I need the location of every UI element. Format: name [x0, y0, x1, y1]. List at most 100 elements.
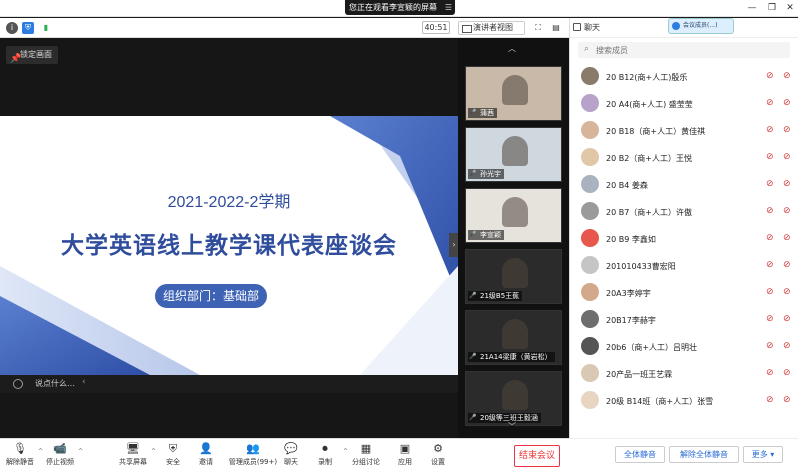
member-row[interactable]: 20A3李婷宇 ⊘ ⊘ [570, 280, 798, 306]
search-input[interactable] [596, 43, 781, 57]
caret-up-icon[interactable]: ^ [78, 448, 83, 455]
mic-muted-icon[interactable]: ⊘ [766, 179, 774, 189]
mic-muted-icon[interactable]: ⊘ [766, 152, 774, 162]
member-name: 201010433曹宏阳 [606, 262, 676, 271]
video-tile[interactable]: 蒲茜 [465, 66, 562, 121]
control-settings[interactable]: ⚙ 设置 [418, 442, 458, 467]
search-icon: ⌕ [584, 44, 590, 54]
participant-video [502, 136, 528, 166]
settings-icon: ⚙ [433, 442, 443, 455]
mute-all-button[interactable]: 全体静音 [615, 446, 665, 463]
invite-icon: 👤 [199, 442, 213, 455]
share-banner: 您正在观看李宣颖的屏幕 ☰ [345, 0, 455, 15]
camera-off-icon[interactable]: ⊘ [783, 71, 791, 81]
end-meeting-button[interactable]: 结束会议 [514, 445, 560, 467]
camera-off-icon[interactable]: ⊘ [783, 341, 791, 351]
unmute-all-button[interactable]: 解除全体静音 [669, 446, 739, 463]
camera-off-icon[interactable]: ⊘ [783, 233, 791, 243]
quick-chat-bar[interactable]: 说点什么… ‹ [0, 375, 458, 393]
video-tile-name: 21级B5王蕉 [468, 291, 523, 301]
chevron-down-icon[interactable]: ﹀ [508, 421, 516, 432]
member-name: 20b6（商+人工）吕明壮 [606, 343, 698, 352]
participant-video [502, 319, 528, 349]
more-button[interactable]: 更多 ▾ [743, 446, 783, 463]
layout-icon[interactable]: ▤ [550, 22, 562, 34]
menu-icon[interactable]: ☰ [445, 0, 452, 15]
camera-off-icon[interactable]: ⊘ [783, 179, 791, 189]
shield-icon: ⛨ [168, 442, 178, 455]
member-row[interactable]: 20产品一班王艺霖 ⊘ ⊘ [570, 361, 798, 387]
fullscreen-icon[interactable]: ⛶ [532, 22, 544, 34]
video-tile[interactable]: 21级B5王蕉 [465, 249, 562, 304]
speaker-view-button[interactable]: 演讲者视图 [458, 21, 525, 35]
participant-video [502, 197, 528, 227]
camera-off-icon[interactable]: ⊘ [783, 125, 791, 135]
chevron-left-icon[interactable]: ‹ [82, 377, 86, 387]
chevron-up-icon[interactable]: ︿ [508, 43, 516, 54]
camera-off-icon[interactable]: ⊘ [783, 98, 791, 108]
lock-view-button[interactable]: 📌 锁定画面 [6, 46, 58, 64]
member-name: 20 B4 姜森 [606, 181, 648, 190]
camera-icon: 📹 [53, 442, 67, 455]
control-record[interactable]: ⏺ 录制 ^ [305, 442, 348, 467]
member-search[interactable]: ⌕ [578, 42, 790, 58]
member-row[interactable]: 20 A4(商+人工) 盛莹莹 ⊘ ⊘ [570, 91, 798, 117]
camera-off-icon[interactable]: ⊘ [783, 152, 791, 162]
member-row[interactable]: 20 B4 姜森 ⊘ ⊘ [570, 172, 798, 198]
video-tile[interactable]: 李宣颖 [465, 188, 562, 243]
camera-off-icon[interactable]: ⊘ [783, 206, 791, 216]
video-tile-name: 孙光宇 [468, 169, 504, 179]
panel-footer: 全体静音 解除全体静音 更多 ▾ [569, 438, 798, 473]
chat-input[interactable]: 说点什么… [35, 378, 75, 389]
breakout-icon: ▦ [360, 442, 372, 455]
control-share-screen[interactable]: 🖥 共享屏幕 ^ [113, 442, 156, 467]
member-row[interactable]: 20 B12(商+人工)殷乐 ⊘ ⊘ [570, 64, 798, 90]
video-tile[interactable]: 21A14梁康（黄岩松） [465, 310, 562, 365]
member-list: 20 B12(商+人工)殷乐 ⊘ ⊘ 20 A4(商+人工) 盛莹莹 ⊘ ⊘ 20 B18（… [570, 64, 798, 438]
mic-muted-icon[interactable]: ⊘ [766, 341, 774, 351]
camera-off-icon[interactable]: ⊘ [783, 260, 791, 270]
mic-muted-icon[interactable]: ⊘ [766, 125, 774, 135]
close-icon[interactable]: ✕ [784, 2, 796, 14]
mic-muted-icon[interactable]: ⊘ [766, 314, 774, 324]
member-row[interactable]: 20级 B14班（商+人工）张雪 ⊘ ⊘ [570, 388, 798, 414]
member-row[interactable]: 201010433曹宏阳 ⊘ ⊘ [570, 253, 798, 279]
video-tile-name: 21A14梁康（黄岩松） [468, 352, 555, 362]
camera-off-icon[interactable]: ⊘ [783, 368, 791, 378]
camera-off-icon[interactable]: ⊘ [783, 314, 791, 324]
member-row[interactable]: 20b6（商+人工）吕明壮 ⊘ ⊘ [570, 334, 798, 360]
member-row[interactable]: 20 B2（商+人工）王悦 ⊘ ⊘ [570, 145, 798, 171]
restore-icon[interactable]: ❐ [766, 2, 778, 14]
mic-muted-icon[interactable]: ⊘ [766, 260, 774, 270]
shared-slide: 2021-2022-2学期 大学英语线上教学课代表座谈会 组织部门：基础部 [0, 116, 458, 375]
member-row[interactable]: 20 B18（商+人工）黄佳祺 ⊘ ⊘ [570, 118, 798, 144]
control-camera[interactable]: 📹 停止视频 ^ [40, 442, 83, 467]
avatar [581, 175, 599, 193]
video-tile-name: 20级等三班王毅涵 [468, 413, 541, 423]
avatar [581, 364, 599, 382]
minimize-icon[interactable]: — [746, 2, 758, 14]
mic-muted-icon[interactable]: ⊘ [766, 287, 774, 297]
shield-icon[interactable]: ⛨ [22, 22, 34, 34]
member-row[interactable]: 20B17李赫宇 ⊘ ⊘ [570, 307, 798, 333]
mic-muted-icon[interactable]: ⊘ [766, 98, 774, 108]
mic-muted-icon[interactable]: ⊘ [766, 395, 774, 405]
control-mic-muted[interactable]: 🎙 解除静音 ^ [0, 442, 43, 467]
video-tile[interactable]: 孙光宇 [465, 127, 562, 182]
camera-off-icon[interactable]: ⊘ [783, 287, 791, 297]
member-row[interactable]: 20 B9 李鑫如 ⊘ ⊘ [570, 226, 798, 252]
info-icon[interactable]: i [6, 22, 18, 34]
video-tile-name: 蒲茜 [468, 108, 497, 118]
control-breakout[interactable]: ▦ 分组讨论 [346, 442, 386, 467]
mic-muted-icon[interactable]: ⊘ [766, 368, 774, 378]
mic-muted-icon[interactable]: ⊘ [766, 233, 774, 243]
mic-muted-icon[interactable]: ⊘ [766, 71, 774, 81]
window-titlebar: 您正在观看李宣颖的屏幕 ☰ — ❐ ✕ [0, 0, 798, 17]
camera-off-icon[interactable]: ⊘ [783, 395, 791, 405]
member-row[interactable]: 20 B7（商+人工）许傲 ⊘ ⊘ [570, 199, 798, 225]
members-popup[interactable]: 会议成员(...) [668, 18, 734, 34]
video-tile[interactable]: 20级等三班王毅涵 [465, 371, 562, 426]
emoji-icon[interactable] [13, 379, 23, 389]
control-invite[interactable]: 👤 邀请 [186, 442, 226, 467]
mic-muted-icon[interactable]: ⊘ [766, 206, 774, 216]
